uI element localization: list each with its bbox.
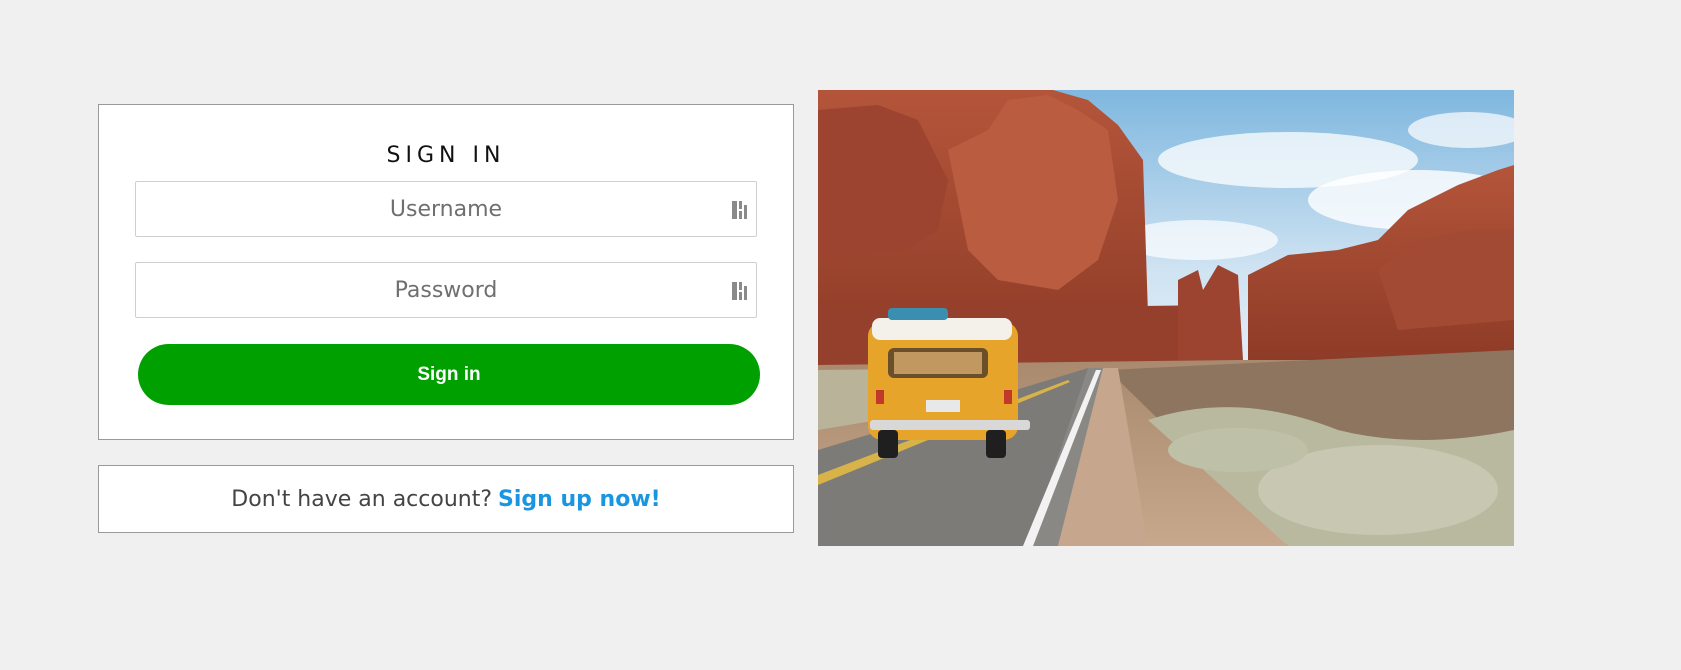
login-page: SIGN IN Sign in Don't have an account? S… — [0, 0, 1681, 670]
hero-image — [818, 90, 1514, 546]
password-input[interactable] — [136, 263, 756, 317]
password-manager-key-icon[interactable] — [731, 199, 749, 221]
username-field[interactable] — [135, 181, 757, 237]
signin-title: SIGN IN — [386, 143, 506, 168]
desert-road-photo — [818, 90, 1514, 546]
signin-card: SIGN IN Sign in — [98, 104, 794, 440]
signin-button[interactable]: Sign in — [138, 344, 760, 405]
username-input[interactable] — [136, 182, 756, 236]
password-manager-key-icon[interactable] — [731, 280, 749, 302]
signup-link[interactable]: Sign up now! — [498, 487, 661, 512]
signup-prompt: Don't have an account? — [231, 486, 493, 512]
password-field[interactable] — [135, 262, 757, 318]
signup-card: Don't have an account? Sign up now! — [98, 465, 794, 533]
van — [868, 308, 1030, 458]
